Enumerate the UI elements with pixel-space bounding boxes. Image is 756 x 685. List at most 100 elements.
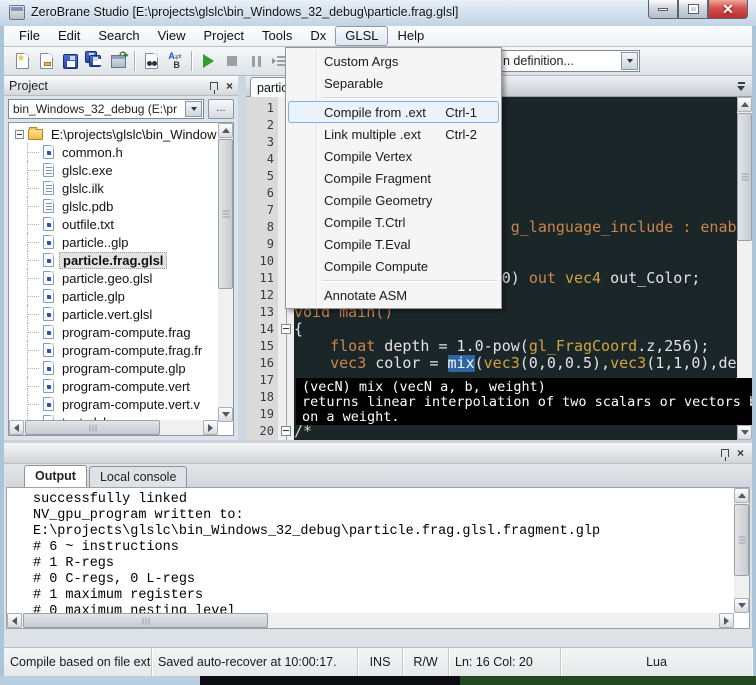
tree-item-particle-geo-glsl[interactable]: particle.geo.glsl	[9, 269, 218, 287]
tree-item-particle-glp[interactable]: particle..glp	[9, 233, 218, 251]
scroll-left-button[interactable]	[7, 613, 22, 628]
tree-item-common-h[interactable]: common.h	[9, 143, 218, 161]
tab-output[interactable]: Output	[24, 465, 87, 487]
lua-file-icon	[43, 307, 54, 321]
code-line-20[interactable]: 20 /*	[246, 423, 752, 440]
menu-item-separable[interactable]: Separable	[288, 72, 499, 94]
document-file-icon	[43, 199, 54, 213]
scroll-up-button[interactable]	[218, 123, 233, 138]
menu-item-compile-t-eval[interactable]: Compile T.Eval	[288, 233, 499, 255]
code-line-14[interactable]: 14 {	[246, 321, 752, 338]
tree-expander-icon[interactable]	[15, 129, 24, 139]
menu-item-compile-compute[interactable]: Compile Compute	[288, 255, 499, 277]
tree-item-particle-glp[interactable]: particle.glp	[9, 287, 218, 305]
panel-splitter[interactable]	[238, 76, 246, 440]
output-panel-header[interactable]: ×	[4, 443, 752, 464]
menubar-item-view[interactable]: View	[149, 26, 195, 46]
pause-button[interactable]	[244, 49, 268, 73]
tree-item-label: particle.frag.glsl	[59, 251, 168, 269]
tree-item-glslc-pdb[interactable]: glslc.pdb	[9, 197, 218, 215]
function-list-combo[interactable]: n definition...	[498, 50, 640, 72]
tree-vscroll-thumb[interactable]	[218, 139, 233, 289]
scroll-down-button[interactable]	[218, 407, 233, 422]
tree-item-program-compute-frag[interactable]: program-compute.frag	[9, 323, 218, 341]
save-button[interactable]	[58, 49, 82, 73]
tree-hscroll-thumb[interactable]	[25, 420, 160, 435]
replace-button[interactable]: A⇄ B	[163, 49, 187, 73]
menubar-item-tools[interactable]: Tools	[253, 26, 301, 46]
stop-button[interactable]	[220, 49, 244, 73]
tree-vscrollbar[interactable]	[218, 123, 233, 422]
new-file-button[interactable]	[10, 49, 34, 73]
tree-item-outfile-txt[interactable]: outfile.txt	[9, 215, 218, 233]
output-vscrollbar[interactable]	[734, 488, 749, 613]
tab-list-icon[interactable]	[737, 82, 747, 91]
glsl-dropdown-menu: Custom Args Separable Compile from .ext Ctr…	[285, 47, 502, 309]
scroll-up-button[interactable]	[734, 488, 749, 503]
window-frame-right	[752, 26, 756, 677]
menu-item-compile-from-ext[interactable]: Compile from .ext Ctrl-1	[288, 101, 499, 123]
menu-item-link-multiple-ext[interactable]: Link multiple .ext Ctrl-2	[288, 123, 499, 145]
menubar-item-edit[interactable]: Edit	[49, 26, 89, 46]
save-project-button[interactable]	[106, 49, 130, 73]
tooltip-line: on a weight.	[302, 409, 400, 425]
scroll-right-button[interactable]	[719, 613, 734, 628]
combo-dropdown-button[interactable]	[621, 52, 638, 70]
pin-icon[interactable]	[720, 449, 729, 461]
output-console[interactable]: successfully linked NV_gpu_program writte…	[6, 487, 750, 629]
menubar-item-glsl[interactable]: GLSL	[335, 26, 389, 46]
close-button[interactable]: ✕	[708, 0, 748, 19]
menubar-item-search[interactable]: Search	[89, 26, 148, 46]
code-line-16[interactable]: 16 vec3 color = mix(vec3(0,0,0.5),vec3(1…	[246, 355, 752, 372]
tree-item-glslc-ilk[interactable]: glslc.ilk	[9, 179, 218, 197]
tree-item-particle-vert-glsl[interactable]: particle.vert.glsl	[9, 305, 218, 323]
tree-item-program-compute-frag-fr[interactable]: program-compute.frag.fr	[9, 341, 218, 359]
tree-item-glslc-exe[interactable]: glslc.exe	[9, 161, 218, 179]
tab-local-console[interactable]: Local console	[88, 466, 188, 487]
pin-icon[interactable]	[209, 81, 218, 94]
output-hscroll-thumb[interactable]	[23, 613, 268, 628]
menubar-item-dx[interactable]: Dx	[301, 26, 335, 46]
editor-vscroll-thumb[interactable]	[737, 113, 752, 241]
browse-directory-button[interactable]: ...	[208, 98, 234, 119]
project-directory-combo[interactable]: bin_Windows_32_debug (E:\pr	[8, 98, 204, 119]
tree-item-program-compute-vert[interactable]: program-compute.vert	[9, 377, 218, 395]
tree-item-e-projects-glslc-bin-window[interactable]: E:\projects\glslc\bin_Window	[9, 125, 218, 143]
menu-item-custom-args[interactable]: Custom Args	[288, 50, 499, 72]
tree-connector	[9, 287, 43, 305]
scroll-down-button[interactable]	[737, 425, 752, 440]
scroll-down-button[interactable]	[734, 598, 749, 613]
tree-item-particle-frag-glsl[interactable]: particle.frag.glsl	[9, 251, 218, 269]
scroll-up-button[interactable]	[737, 97, 752, 112]
run-button[interactable]	[196, 49, 220, 73]
scroll-left-button[interactable]	[9, 420, 24, 435]
combo-dropdown-button[interactable]	[185, 100, 202, 117]
output-hscrollbar[interactable]	[7, 613, 734, 628]
tree-hscrollbar[interactable]	[9, 420, 218, 435]
save-all-button[interactable]	[82, 49, 106, 73]
fold-collapse-icon[interactable]	[281, 324, 291, 334]
restore-button[interactable]	[678, 0, 708, 19]
close-panel-icon[interactable]: ×	[737, 447, 744, 459]
menubar-item-file[interactable]: File	[10, 26, 49, 46]
find-in-files-button[interactable]	[139, 49, 163, 73]
menu-item-compile-geometry[interactable]: Compile Geometry	[288, 189, 499, 211]
close-panel-icon[interactable]: ×	[226, 80, 233, 92]
menu-item-annotate-asm[interactable]: Annotate ASM	[288, 284, 499, 306]
minimize-button[interactable]	[648, 0, 678, 19]
menu-item-compile-fragment[interactable]: Compile Fragment	[288, 167, 499, 189]
open-file-button[interactable]	[34, 49, 58, 73]
menu-item-compile-vertex[interactable]: Compile Vertex	[288, 145, 499, 167]
project-panel-header[interactable]: Project ×	[4, 76, 238, 96]
title-bar[interactable]: ZeroBrane Studio [E:\projects\glslc\bin_…	[0, 0, 756, 26]
menu-item-compile-t-ctrl[interactable]: Compile T.Ctrl	[288, 211, 499, 233]
tree-item-test-glsl[interactable]: test.glsl	[9, 413, 218, 420]
scroll-right-button[interactable]	[203, 420, 218, 435]
tree-item-program-compute-glp[interactable]: program-compute.glp	[9, 359, 218, 377]
menubar-item-help[interactable]: Help	[388, 26, 433, 46]
tree-item-program-compute-vert-v[interactable]: program-compute.vert.v	[9, 395, 218, 413]
code-line-15[interactable]: 15 float depth = 1.0-pow(gl_FragCoord.z,…	[246, 338, 752, 355]
menubar-item-project[interactable]: Project	[195, 26, 253, 46]
output-vscroll-thumb[interactable]	[734, 504, 749, 576]
fold-collapse-icon[interactable]	[281, 426, 291, 436]
